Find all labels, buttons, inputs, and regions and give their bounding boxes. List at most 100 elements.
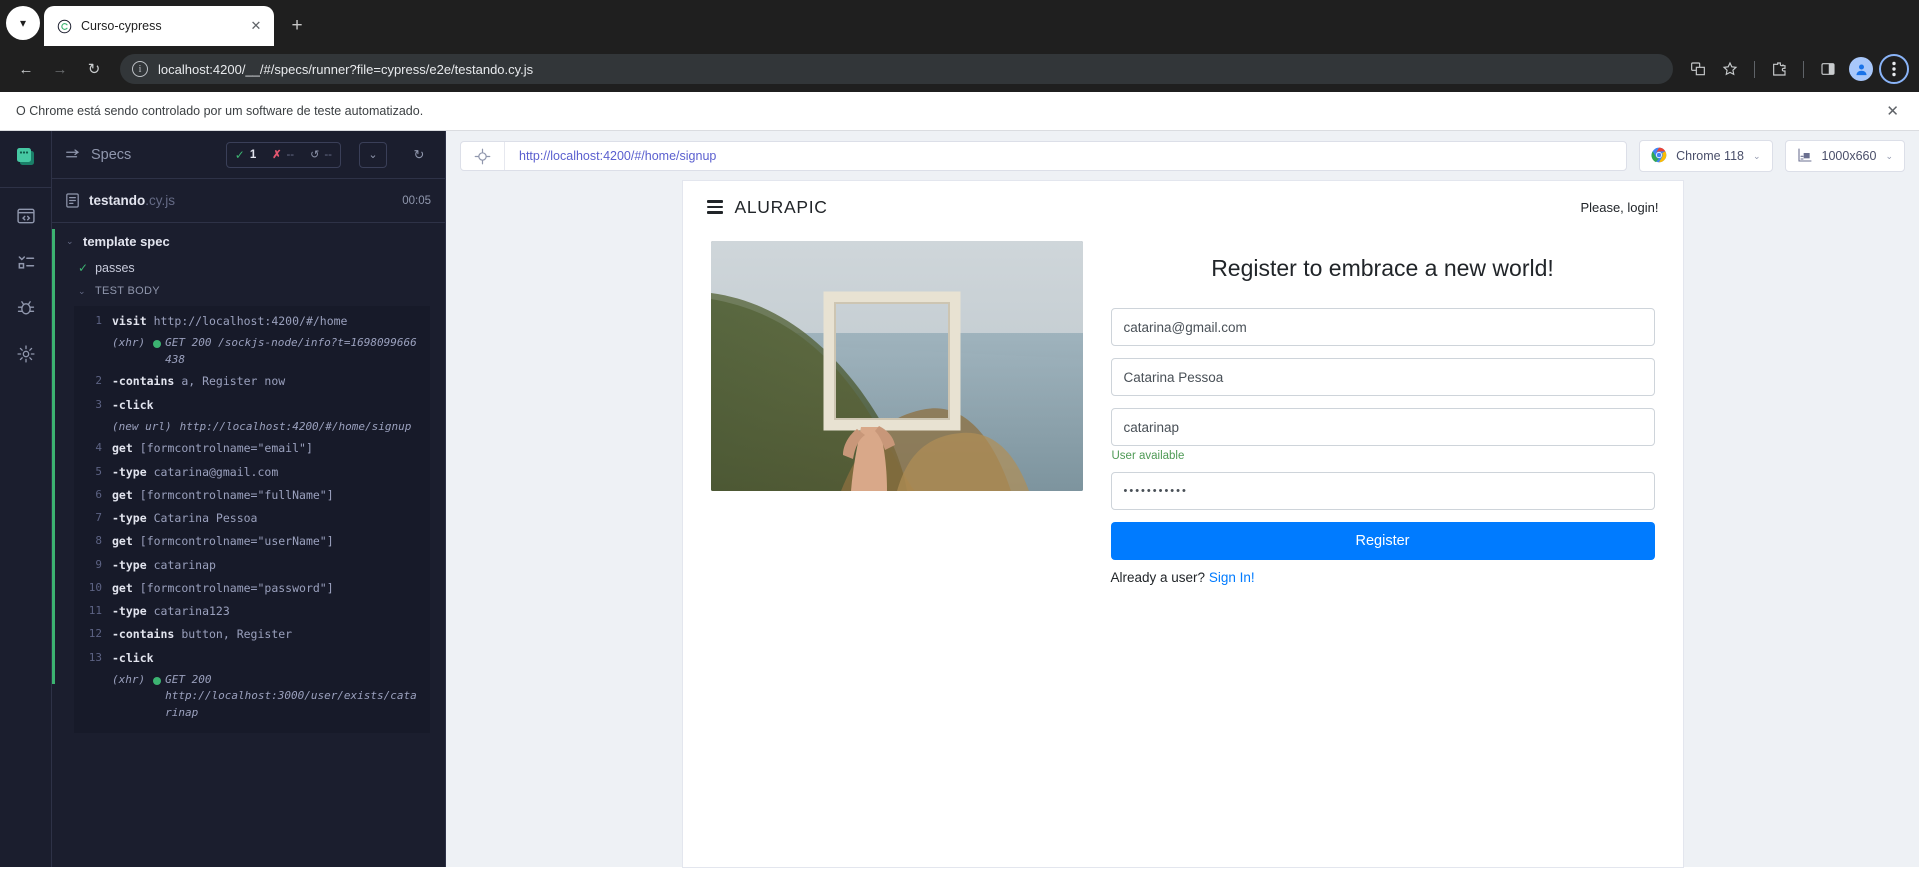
password-field[interactable]: •••••••••••: [1110, 472, 1655, 510]
close-icon[interactable]: ✕: [246, 16, 266, 36]
command-row[interactable]: 9 -type catarinap: [74, 554, 430, 577]
command-body: -click: [112, 397, 422, 414]
browser-label: Chrome 118: [1676, 149, 1744, 163]
command-row[interactable]: 5 -type catarina@gmail.com: [74, 461, 430, 484]
chevron-down-icon[interactable]: ⌄: [1753, 151, 1761, 162]
command-argument: [formcontrolname="userName"]: [139, 534, 334, 549]
reload-icon[interactable]: ↻: [78, 53, 110, 85]
spec-file-row[interactable]: testando.cy.js 00:05: [52, 179, 445, 223]
selector-playground-icon[interactable]: [461, 142, 505, 170]
command-argument: Catarina Pessoa: [153, 511, 258, 525]
viewport-label: 1000x660: [1821, 149, 1877, 163]
command-number: 2: [95, 374, 102, 388]
command-row[interactable]: 10 get [formcontrolname="password"]: [74, 577, 430, 600]
full-name-field[interactable]: Catarina Pessoa: [1110, 358, 1655, 396]
forward-icon[interactable]: →: [44, 53, 76, 85]
toolbar-divider-1: [1754, 60, 1755, 78]
profile-avatar-icon[interactable]: [1849, 57, 1873, 81]
command-row[interactable]: 2 -contains a, Register now: [74, 370, 430, 393]
command-keyword: get: [112, 441, 133, 456]
chrome-menu-icon[interactable]: [1879, 54, 1909, 84]
hand-holding-frame-photo: [710, 241, 1083, 491]
pending-icon: ↺: [310, 149, 320, 161]
tab-search-chevron-down-icon[interactable]: ▾: [6, 6, 40, 40]
address-bar[interactable]: i localhost:4200/__/#/specs/runner?file=…: [120, 54, 1673, 84]
toolbar-divider-2: [1803, 60, 1804, 78]
register-button[interactable]: Register: [1110, 522, 1655, 560]
site-info-icon[interactable]: i: [132, 61, 148, 77]
spec-duration: 00:05: [402, 194, 431, 207]
test-tree: ⌄ template spec ✓ passes ⌄ TEST BODY 1 vi…: [52, 223, 445, 867]
email-field[interactable]: catarina@gmail.com: [1110, 308, 1655, 346]
chevron-down-icon[interactable]: ⌄: [66, 236, 76, 247]
stat-pending: ↺ --: [302, 148, 340, 162]
side-panel-icon[interactable]: [1813, 54, 1843, 84]
stat-passed: ✓ 1: [227, 148, 264, 162]
chevron-down-icon[interactable]: ⌄: [78, 286, 88, 297]
browser-tab[interactable]: Curso-cypress ✕: [44, 6, 274, 46]
command-keyword: -type: [112, 464, 147, 479]
command-row[interactable]: 1 visit http://localhost:4200/#/home: [74, 310, 430, 333]
cypress-logo[interactable]: [14, 145, 38, 169]
status-dot-icon: [153, 676, 162, 685]
new-tab-button[interactable]: +: [282, 11, 312, 41]
command-number: 7: [95, 511, 102, 524]
specs-title[interactable]: Specs: [91, 147, 216, 163]
cypress-sidebar-rail: [0, 131, 52, 867]
specs-arrow-icon[interactable]: [66, 148, 81, 161]
chevron-down-icon[interactable]: ⌄: [360, 143, 386, 167]
sign-in-link[interactable]: Sign In!: [1209, 570, 1255, 585]
command-row[interactable]: 4 get [formcontrolname="email"]: [74, 437, 430, 460]
command-body: -contains button, Register: [112, 626, 422, 643]
log-text: GET 200 /sockjs-node/info?t=169809966643…: [165, 336, 417, 366]
aut-url-field[interactable]: http://localhost:4200/#/home/signup: [460, 141, 1628, 171]
command-number: 1: [95, 314, 102, 327]
form-title: Register to embrace a new world!: [1211, 255, 1554, 281]
command-keyword: get: [112, 534, 133, 549]
runs-icon[interactable]: [14, 250, 38, 274]
tab-title: Curso-cypress: [81, 19, 162, 33]
viewport-selector[interactable]: 1000x660 ⌄: [1784, 140, 1905, 172]
cypress-reporter-panel: Specs ✓ 1 ✗ -- ↺ -- ⌄ ↻ testando.cy.js 0…: [52, 131, 446, 867]
test-row[interactable]: ✓ passes: [52, 256, 445, 280]
command-row[interactable]: 8 get [formcontrolname="userName"]: [74, 530, 430, 553]
debug-icon[interactable]: [14, 296, 38, 320]
command-number: 9: [95, 557, 102, 571]
app-brand[interactable]: ALURAPIC: [735, 197, 1581, 218]
command-row[interactable]: 6 get [formcontrolname="fullName"]: [74, 484, 430, 507]
test-stats: ✓ 1 ✗ -- ↺ --: [225, 141, 341, 168]
chevron-down-icon[interactable]: ⌄: [1885, 151, 1893, 162]
specs-icon[interactable]: [14, 204, 38, 228]
command-body: get [formcontrolname="password"]: [112, 580, 422, 597]
translate-icon[interactable]: [1683, 54, 1713, 84]
command-row[interactable]: 11 -type catarina123: [74, 600, 430, 623]
command-keyword: -type: [112, 604, 147, 618]
chrome-icon: [1651, 147, 1667, 166]
test-body-row[interactable]: ⌄ TEST BODY: [52, 280, 445, 302]
log-label: (xhr): [112, 336, 146, 350]
settings-icon[interactable]: [14, 342, 38, 366]
suite-row[interactable]: ⌄ template spec: [52, 227, 445, 256]
restart-tests-icon[interactable]: ↻: [405, 142, 433, 168]
command-row[interactable]: 13 -click: [74, 647, 430, 670]
command-row[interactable]: 12 -contains button, Register: [74, 623, 430, 646]
x-icon: ✗: [272, 149, 282, 161]
browser-toolbar: ← → ↻ i localhost:4200/__/#/specs/runner…: [0, 46, 1919, 92]
aut-iframe: ALURAPIC Please, login! Register to embr…: [682, 181, 1683, 867]
command-keyword: -type: [112, 557, 147, 572]
command-row[interactable]: 3 -click: [74, 394, 430, 417]
command-body: -type Catarina Pessoa: [112, 510, 422, 527]
command-log-line: (new url) http://localhost:4200/#/home/si…: [74, 417, 430, 438]
stat-pending-value: --: [324, 148, 332, 161]
user-name-field[interactable]: catarinap: [1110, 408, 1655, 446]
close-icon[interactable]: ✕: [1882, 102, 1903, 120]
hamburger-icon[interactable]: [706, 200, 723, 214]
reporter-controls: ⌄: [359, 141, 387, 168]
bookmark-star-icon[interactable]: [1715, 54, 1745, 84]
login-prompt[interactable]: Please, login!: [1580, 200, 1658, 215]
back-icon[interactable]: ←: [10, 53, 42, 85]
browser-selector[interactable]: Chrome 118 ⌄: [1639, 140, 1773, 172]
extensions-icon[interactable]: [1764, 54, 1794, 84]
command-row[interactable]: 7 -type Catarina Pessoa: [74, 507, 430, 530]
command-argument: [formcontrolname="email"]: [139, 441, 313, 456]
